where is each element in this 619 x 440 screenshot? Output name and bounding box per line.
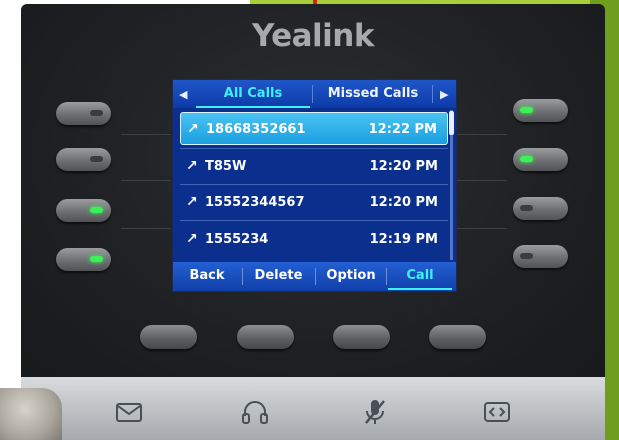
line-key-right-3[interactable] (513, 197, 568, 220)
softkey-1[interactable] (140, 325, 197, 349)
option-button[interactable]: Option (316, 262, 386, 291)
key-guide-line (457, 228, 507, 229)
line-key-led-on (90, 256, 103, 262)
line-key-right-1[interactable] (513, 99, 568, 122)
line-key-led (90, 156, 103, 162)
softkey-2[interactable] (237, 325, 294, 349)
tab-divider (432, 85, 433, 103)
call-number: 15552344567 (205, 195, 305, 210)
call-row[interactable]: ↗ 18668352661 12:22 PM (180, 112, 448, 145)
outgoing-call-icon: ↗ (186, 194, 198, 210)
history-tabs: ◀ All Calls Missed Calls ▶ (173, 80, 456, 108)
row-divider (180, 148, 448, 149)
line-key-left-4[interactable] (56, 248, 111, 271)
outgoing-call-icon: ↗ (186, 231, 198, 247)
tab-next-icon[interactable]: ▶ (440, 88, 448, 101)
tab-missed-calls[interactable]: Missed Calls (313, 80, 433, 108)
call-time: 12:20 PM (369, 195, 438, 210)
call-row[interactable]: ↗ T85W 12:20 PM (180, 150, 448, 183)
row-divider (180, 220, 448, 221)
row-divider (180, 184, 448, 185)
softkey-bar: Back Delete Option Call (173, 262, 456, 291)
back-button[interactable]: Back (173, 262, 241, 291)
tab-active-indicator (196, 106, 310, 108)
line-key-left-2[interactable] (56, 148, 111, 171)
message-icon[interactable] (113, 396, 145, 428)
key-guide-line (121, 228, 171, 229)
call-number: 1555234 (205, 232, 269, 247)
key-guide-line (457, 180, 507, 181)
brand-logo: Yealink (252, 18, 374, 54)
line-key-led (90, 110, 103, 116)
key-guide-line (121, 134, 171, 135)
line-key-led (520, 253, 533, 259)
line-key-right-4[interactable] (513, 245, 568, 268)
key-guide-line (457, 134, 507, 135)
softkey-active-indicator (388, 288, 452, 290)
line-key-left-3[interactable] (56, 199, 111, 222)
call-button[interactable]: Call (387, 262, 453, 291)
key-guide-line (121, 180, 171, 181)
delete-button[interactable]: Delete (243, 262, 314, 291)
call-time: 12:19 PM (369, 232, 438, 247)
softkey-4[interactable] (429, 325, 486, 349)
list-scrollbar-thumb[interactable] (449, 111, 454, 135)
line-key-left-1[interactable] (56, 102, 111, 125)
call-row[interactable]: ↗ 15552344567 12:20 PM (180, 186, 448, 219)
call-row[interactable]: ↗ 1555234 12:19 PM (180, 223, 448, 256)
call-time: 12:20 PM (369, 159, 438, 174)
call-number: 18668352661 (206, 122, 306, 137)
line-key-right-2[interactable] (513, 148, 568, 171)
outgoing-call-icon: ↗ (187, 121, 199, 137)
tab-prev-icon[interactable]: ◀ (179, 88, 187, 101)
call-time: 12:22 PM (368, 122, 437, 137)
headset-icon[interactable] (239, 396, 271, 428)
transfer-icon[interactable] (481, 396, 513, 428)
function-key-bar (21, 377, 605, 440)
phone-display: ◀ All Calls Missed Calls ▶ ↗ 18668352661… (172, 79, 457, 292)
softkey-3[interactable] (333, 325, 390, 349)
line-key-led (520, 205, 533, 211)
line-key-led-on (90, 207, 103, 213)
call-number: T85W (205, 159, 247, 174)
line-key-led-on (520, 107, 533, 113)
tab-all-calls[interactable]: All Calls (196, 80, 310, 108)
outgoing-call-icon: ↗ (186, 158, 198, 174)
background-object (0, 388, 62, 440)
line-key-led-on (520, 156, 533, 162)
mute-icon[interactable] (359, 396, 391, 428)
